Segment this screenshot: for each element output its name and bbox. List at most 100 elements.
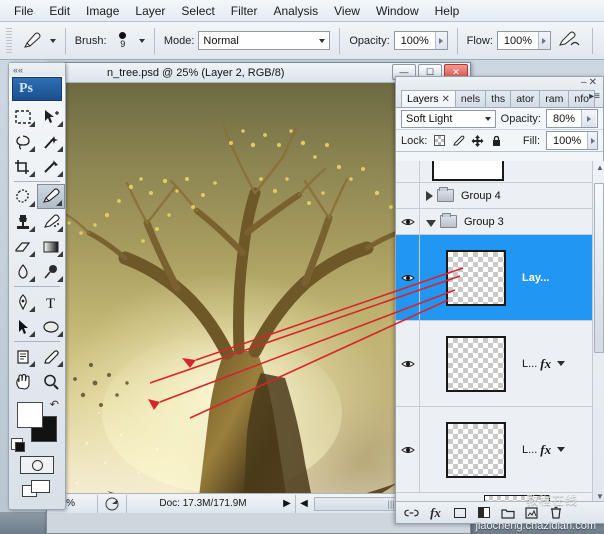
menu-item-help[interactable]: Help [427,2,468,20]
layer-visibility-toggle[interactable] [396,209,420,234]
tool-preset-chevron-down-icon[interactable] [50,39,56,43]
brush-chevron-down-icon[interactable] [139,39,145,43]
quick-mask-icon[interactable] [20,456,54,474]
layers-list[interactable]: Group 4 Group 3 [396,161,604,503]
options-bar-grip[interactable] [6,28,12,54]
default-colors-icon[interactable] [11,438,23,450]
layer-blend-mode-select[interactable]: Soft Light [401,110,496,128]
eyedropper-tool[interactable] [37,344,65,369]
layer-opacity-slider-arrow-icon[interactable] [581,110,596,127]
layer-thumbnail[interactable] [432,161,504,181]
history-brush-tool[interactable] [37,209,65,234]
layer-thumbnail[interactable] [446,336,506,392]
menu-item-filter[interactable]: Filter [223,2,266,20]
gradient-tool[interactable] [37,234,65,259]
table-row[interactable]: L... fx [396,407,592,493]
table-row[interactable]: Group 3 [396,209,592,235]
lasso-tool[interactable] [9,129,37,154]
layer-visibility-toggle[interactable] [396,183,420,208]
healing-brush-tool[interactable] [9,184,37,209]
type-tool[interactable]: T [37,289,65,314]
swap-colors-icon[interactable]: ↶ [50,398,59,411]
zoom-tool[interactable] [37,369,65,394]
layer-style-fx-icon[interactable]: fx [540,442,551,458]
eraser-tool[interactable] [9,234,37,259]
brush-tool[interactable] [37,184,65,209]
panel-menu-icon[interactable]: ▸≡ [589,91,600,102]
layer-thumbnail[interactable] [446,250,506,306]
layer-style-fx-icon[interactable]: fx [540,356,551,372]
menu-item-window[interactable]: Window [368,2,427,20]
brush-preview[interactable]: 9 [111,26,135,56]
pen-tool[interactable] [9,289,37,314]
opacity-input[interactable]: 100% [394,31,448,50]
clone-stamp-tool[interactable] [9,209,37,234]
group-expand-chevron-right-icon[interactable] [426,191,433,201]
table-row[interactable]: Group 4 [396,183,592,209]
new-fill-adjustment-icon[interactable] [476,505,491,520]
panel-title-bar[interactable]: –✕ [396,77,603,90]
table-row[interactable]: L... fx [396,321,592,407]
layer-visibility-toggle[interactable] [396,321,420,406]
lock-all-icon[interactable] [490,134,503,147]
screen-mode-icon[interactable] [22,480,52,500]
menu-item-view[interactable]: View [326,2,368,20]
brush-tool-icon[interactable] [18,28,46,54]
layer-opacity-input[interactable]: 80% [546,109,598,128]
marquee-tool[interactable] [9,104,37,129]
menu-item-image[interactable]: Image [78,2,127,20]
scroll-left-arrow-icon[interactable]: ◀ [296,498,312,509]
crop-tool[interactable] [9,154,37,179]
hand-tool[interactable] [9,369,37,394]
group-expand-chevron-down-icon[interactable] [426,220,436,227]
panel-window-controls[interactable]: –✕ [581,77,599,88]
magic-wand-tool[interactable] [37,129,65,154]
status-expand-arrow-icon[interactable]: ▶ [279,498,295,509]
fx-chevron-down-icon[interactable] [557,361,565,366]
menu-item-layer[interactable]: Layer [127,2,173,20]
layer-style-fx-icon[interactable]: fx [428,505,443,520]
menu-item-edit[interactable]: Edit [41,2,78,20]
layer-visibility-toggle[interactable] [396,161,420,182]
shape-tool[interactable] [37,314,65,339]
fx-chevron-down-icon[interactable] [557,447,565,452]
menu-item-select[interactable]: Select [173,2,222,20]
notes-tool[interactable] [9,344,37,369]
flow-slider-arrow-icon[interactable] [538,32,550,49]
fill-input[interactable]: 100% [546,131,598,150]
tab-navigator[interactable]: ator [510,90,540,107]
menu-item-analysis[interactable]: Analysis [265,2,326,20]
link-layers-icon[interactable] [404,505,419,520]
lock-position-icon[interactable] [471,134,484,147]
foreground-color-swatch[interactable] [17,402,43,428]
dodge-tool[interactable] [37,259,65,284]
slice-tool[interactable] [37,154,65,179]
menu-item-file[interactable]: File [6,2,41,20]
scroll-up-arrow-icon[interactable]: ▲ [596,163,604,172]
scroll-down-arrow-icon[interactable]: ▼ [596,492,604,501]
scrollbar-thumb[interactable] [594,183,604,353]
preview-arrow-icon[interactable] [98,497,126,511]
tab-layers[interactable]: Layers ✕ [401,90,456,107]
table-row[interactable] [396,161,592,183]
toolbox-collapse-handle[interactable]: «« [9,63,65,76]
close-icon[interactable]: ✕ [442,94,450,105]
new-group-icon[interactable] [500,505,515,520]
table-row[interactable]: Lay... [396,235,592,321]
airbrush-icon[interactable] [555,28,583,54]
opacity-slider-arrow-icon[interactable] [435,32,447,49]
move-tool[interactable] [37,104,65,129]
layer-mask-icon[interactable] [452,505,467,520]
lock-image-icon[interactable] [452,134,465,147]
fill-slider-arrow-icon[interactable] [587,132,597,149]
path-selection-tool[interactable] [9,314,37,339]
lock-transparency-icon[interactable] [433,134,446,147]
layer-visibility-toggle[interactable] [396,235,420,320]
layers-scrollbar[interactable]: ▲ ▼ [592,161,604,503]
layer-thumbnail[interactable] [446,422,506,478]
tab-paths[interactable]: ths [485,90,511,107]
flow-input[interactable]: 100% [497,31,551,50]
blur-tool[interactable] [9,259,37,284]
layer-visibility-toggle[interactable] [396,407,420,492]
tab-channels[interactable]: nels [455,90,486,107]
